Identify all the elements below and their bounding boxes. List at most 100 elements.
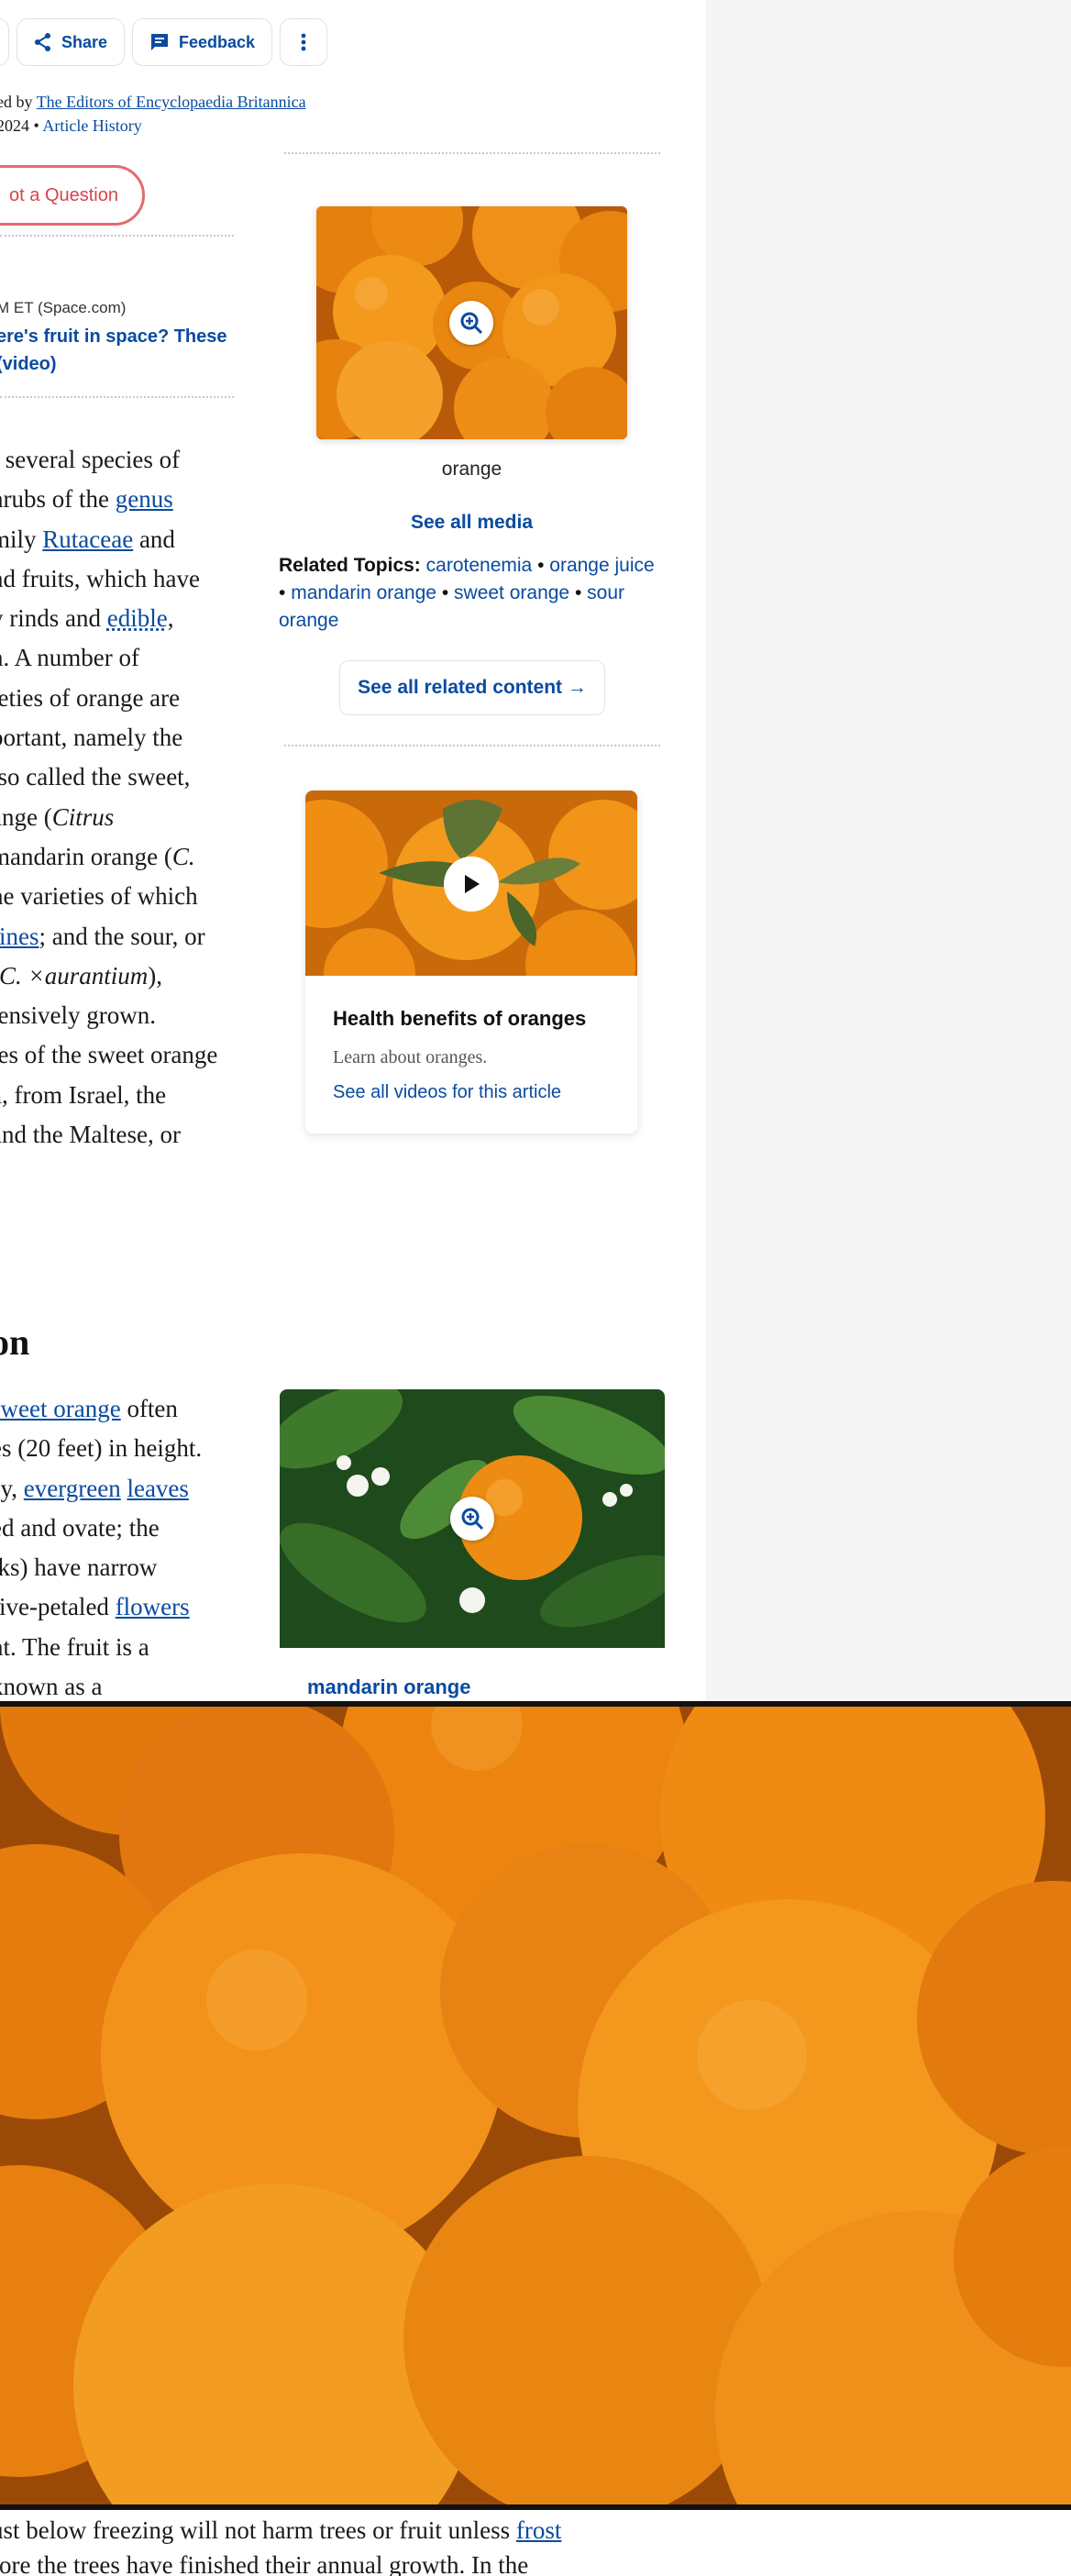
article-line: y rinds and edible, [0,599,238,638]
article-line: nd fruits, which have [0,564,200,592]
edible-link[interactable]: edible [107,604,168,632]
article-line: ies of the sweet orange [0,1041,218,1069]
sweet-orange-link[interactable]: sweet orange [0,1395,121,1422]
article-toolbar: Share Feedback [0,18,328,66]
separator: • [537,555,545,576]
article-line: hrubs of the genus [0,480,238,519]
related-topic-link[interactable]: carotenemia [426,555,533,576]
play-button[interactable] [444,857,499,912]
article-line: a, from Israel, the [0,1080,167,1109]
related-topics: Related Topics: carotenemia • orange jui… [279,552,664,635]
feedback-icon [151,34,169,50]
separator: • [441,582,449,603]
video-title[interactable]: Health benefits of oranges [333,1007,586,1031]
enlarged-oranges-photo [0,1707,1071,2504]
frost-link[interactable]: frost [516,2516,562,2544]
share-button[interactable]: Share [17,18,126,66]
separator: • [574,582,582,603]
toolbar-partial-button[interactable] [0,18,9,66]
rutaceae-link[interactable]: Rutaceae [42,525,133,553]
tangerines-link[interactable]: rines [0,923,39,950]
video-card[interactable]: Health benefits of oranges Learn about o… [305,790,637,1133]
article-line: lks) have narrow [0,1553,158,1582]
enlarged-oranges-image[interactable] [0,1701,1071,2510]
page-gutter [706,0,1071,1701]
video-thumbnail[interactable] [305,790,637,976]
byline-bullet: • [33,116,39,135]
zoom-button[interactable] [449,301,493,345]
article-italic: C. ×aurantium [0,961,149,989]
news-headline-line: (video) [0,354,57,374]
divider [0,396,234,398]
article-line: ust below freezing will not harm trees o… [0,2513,1071,2548]
article-line: tensively grown. [0,1001,156,1030]
related-topic-link[interactable]: orange juice [549,555,654,576]
article-italic: Citrus [51,802,115,831]
article-text: five-petaled [0,1593,116,1621]
leaves-link[interactable]: leaves [127,1475,188,1502]
zoom-in-icon [460,312,483,335]
flowers-link[interactable]: flowers [116,1593,190,1620]
ask-question-button[interactable]: ot a Question [0,165,145,226]
article-line: ieties of orange are [0,683,181,712]
byline-prefix: ed by [0,93,33,111]
mandarin-media-card[interactable]: mandarin orange [280,1389,665,1701]
article-italic: C. [171,842,195,870]
article-body-section: sweet orange often es (20 feet) in heigh… [0,1389,238,1707]
article-body: f several species of hrubs of the genus … [0,440,238,1155]
article-line: mily Rutaceae and [0,520,238,559]
article-line: five-petaled flowers [0,1587,238,1627]
article-text: ust below freezing will not harm trees o… [0,2516,516,2544]
zoom-in-icon [461,1508,484,1531]
article-text: sy, [0,1474,18,1502]
divider [0,235,234,237]
genus-link[interactable]: genus [116,485,173,513]
zoom-button[interactable] [450,1497,494,1541]
related-topic-link[interactable]: mandarin orange [291,582,436,603]
article-line: fore the trees have finished their annua… [0,2551,529,2576]
see-all-media-link[interactable]: See all media [316,512,627,534]
article-text: and [133,525,175,553]
article-text: y rinds and [0,604,107,633]
evergreen-link[interactable]: evergreen [24,1475,121,1502]
section-heading: on [0,1321,30,1363]
article-text: mily [0,525,37,553]
article-text: ; and the sour, or [39,922,205,950]
share-label: Share [61,32,108,51]
editors-link[interactable]: The Editors of Encyclopaedia Britannica [37,93,306,111]
article-line: f several species of [0,446,181,473]
article-line: rines; and the sour, or [0,917,238,956]
article-text: ange ( [0,802,52,831]
article-line: he varieties of which [0,882,198,911]
news-headline-link[interactable]: ere's fruit in space? These (video) [0,323,227,378]
byline: ed by The Editors of Encyclopaedia Brita… [0,90,306,138]
media-caption: orange [441,459,502,480]
related-topic-link[interactable]: sweet orange [454,582,569,603]
mandarin-title-link[interactable]: mandarin orange [307,1675,470,1699]
see-all-related-button[interactable]: See all related content → [339,660,605,715]
video-description: Learn about oranges. [333,1047,488,1067]
more-options-button[interactable] [280,18,328,66]
mandarin-image[interactable] [280,1389,665,1648]
separator: • [279,582,286,603]
orange-media-image[interactable] [316,206,627,439]
feedback-button[interactable]: Feedback [132,18,273,66]
article-line: lso called the sweet, [0,763,191,791]
article-line: and the Maltese, or [0,1121,181,1149]
see-all-videos-link[interactable]: See all videos for this article [333,1082,561,1103]
article-history-link[interactable]: Article History [42,116,141,135]
article-text: , [167,604,174,633]
article-text: often [120,1395,178,1422]
related-topics-label: Related Topics: [279,555,421,576]
share-icon [35,33,50,51]
divider [284,745,660,746]
article-text: hrubs of the [0,485,116,514]
divider [284,152,660,154]
news-headline-line: ere's fruit in space? These [0,326,227,347]
article-line: ed and ovate; the [0,1513,160,1542]
article-line: (C. ×aurantium), [0,956,238,996]
play-icon [465,875,480,893]
article-line: ange (Citrus [0,798,238,837]
article-line: sweet orange often [0,1389,238,1429]
article-line: n. A number of [0,644,139,672]
